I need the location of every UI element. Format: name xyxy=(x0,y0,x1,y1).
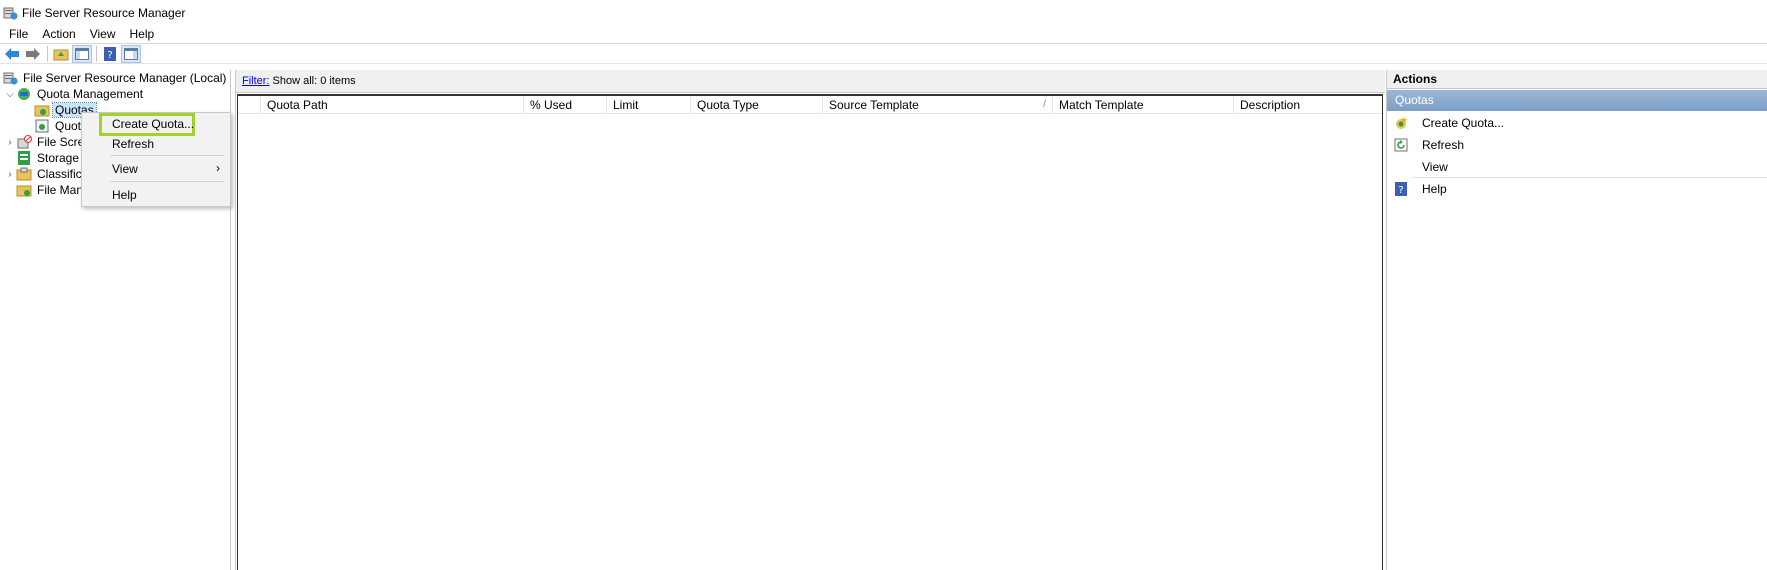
action-help[interactable]: ? Help xyxy=(1387,178,1767,200)
title-bar: File Server Resource Manager xyxy=(0,0,1767,26)
forward-button[interactable] xyxy=(23,45,43,63)
action-create-quota[interactable]: Create Quota... xyxy=(1387,112,1767,134)
ctx-view[interactable]: View xyxy=(112,162,138,176)
back-button[interactable] xyxy=(2,45,22,63)
submenu-arrow-icon: › xyxy=(216,161,220,175)
column-quota-type[interactable]: Quota Type xyxy=(690,96,822,114)
console-tree-icon xyxy=(75,47,89,60)
filter-bar: Filter: Show all: 0 items xyxy=(236,70,1385,93)
ctx-separator xyxy=(110,181,224,182)
classification-icon xyxy=(16,167,32,181)
column-source-template[interactable]: Source Template / xyxy=(822,96,1052,114)
quota-list[interactable]: Quota Path % Used Limit Quota Type Sourc… xyxy=(237,94,1383,570)
help-toolbar-button[interactable]: ? xyxy=(100,45,120,63)
context-menu: Create Quota... Refresh View › Help xyxy=(81,112,231,207)
quota-templates-icon xyxy=(35,119,49,133)
folder-up-icon xyxy=(53,49,69,60)
actions-section-quotas[interactable]: Quotas xyxy=(1387,90,1767,111)
column-limit[interactable]: Limit xyxy=(606,96,690,114)
storage-reports-icon xyxy=(18,151,30,165)
ctx-refresh[interactable]: Refresh xyxy=(112,137,154,151)
actions-header: Actions xyxy=(1387,70,1767,89)
column-description[interactable]: Description xyxy=(1233,96,1382,114)
menu-action[interactable]: Action xyxy=(35,25,82,43)
toolbar: ? xyxy=(0,44,1767,64)
column-match-template[interactable]: Match Template xyxy=(1052,96,1233,114)
up-one-level-button[interactable] xyxy=(51,45,71,63)
menu-help[interactable]: Help xyxy=(123,25,162,43)
column-percent-used[interactable]: % Used xyxy=(523,96,606,114)
help-book-icon: ? xyxy=(104,46,116,61)
view-placeholder xyxy=(1393,159,1409,175)
svg-text:?: ? xyxy=(1398,185,1403,196)
expand-chevron-icon[interactable]: › xyxy=(4,169,16,180)
tree-item-quota-management[interactable]: ⌵ Quota Management xyxy=(4,86,145,102)
menu-bar: File Action View Help xyxy=(0,24,1767,44)
action-create-quota-label: Create Quota... xyxy=(1422,116,1505,130)
show-hide-console-tree-button[interactable] xyxy=(72,44,92,63)
create-quota-icon xyxy=(1393,115,1409,131)
action-view-label: View xyxy=(1422,160,1448,174)
quota-management-icon xyxy=(18,88,30,100)
collapse-chevron-icon[interactable]: ⌵ xyxy=(4,89,16,100)
actions-pane: Actions Quotas Create Quota... Refresh V… xyxy=(1386,70,1767,570)
file-screening-icon xyxy=(17,135,32,149)
sort-indicator-icon: / xyxy=(1043,99,1046,110)
results-pane: Filter: Show all: 0 items Quota Path % U… xyxy=(235,70,1385,570)
menu-file[interactable]: File xyxy=(2,25,35,43)
tree-label-quota-management: Quota Management xyxy=(37,87,144,101)
menu-view[interactable]: View xyxy=(83,25,123,43)
file-management-icon xyxy=(16,185,32,197)
tree-item-root[interactable]: File Server Resource Manager (Local) xyxy=(2,70,228,86)
toolbar-separator xyxy=(47,45,48,62)
column-source-template-label: Source Template xyxy=(829,98,919,112)
quotas-folder-icon xyxy=(34,105,50,117)
filter-link[interactable]: Filter: xyxy=(242,75,270,87)
ctx-separator xyxy=(110,155,224,156)
window-title: File Server Resource Manager xyxy=(22,6,186,20)
back-arrow-icon xyxy=(5,47,19,60)
refresh-icon xyxy=(1393,137,1409,153)
action-help-label: Help xyxy=(1422,182,1447,196)
show-hide-action-pane-button[interactable] xyxy=(121,44,141,63)
expand-chevron-icon[interactable]: › xyxy=(4,137,16,148)
action-refresh-label: Refresh xyxy=(1422,138,1465,152)
column-icon[interactable] xyxy=(238,96,260,114)
ctx-help[interactable]: Help xyxy=(112,188,137,202)
tree-item-file-screening[interactable]: › File Scree xyxy=(4,134,93,150)
ctx-create-quota[interactable]: Create Quota... xyxy=(112,117,194,131)
action-refresh[interactable]: Refresh xyxy=(1387,134,1767,156)
fsrm-app-icon xyxy=(3,7,18,20)
toolbar-separator xyxy=(96,45,97,62)
tree-label-root: File Server Resource Manager (Local) xyxy=(23,71,227,85)
svg-text:?: ? xyxy=(107,50,112,61)
forward-arrow-icon xyxy=(26,47,40,60)
action-view[interactable]: View xyxy=(1387,156,1767,178)
fsrm-server-icon xyxy=(3,72,18,85)
column-quota-path[interactable]: Quota Path xyxy=(260,96,523,114)
tree-item-classification[interactable]: › Classifica xyxy=(4,166,90,182)
filter-status: Show all: 0 items xyxy=(272,75,356,87)
action-pane-icon xyxy=(124,47,138,60)
column-header-row: Quota Path % Used Limit Quota Type Sourc… xyxy=(238,96,1382,114)
help-icon: ? xyxy=(1393,181,1409,197)
